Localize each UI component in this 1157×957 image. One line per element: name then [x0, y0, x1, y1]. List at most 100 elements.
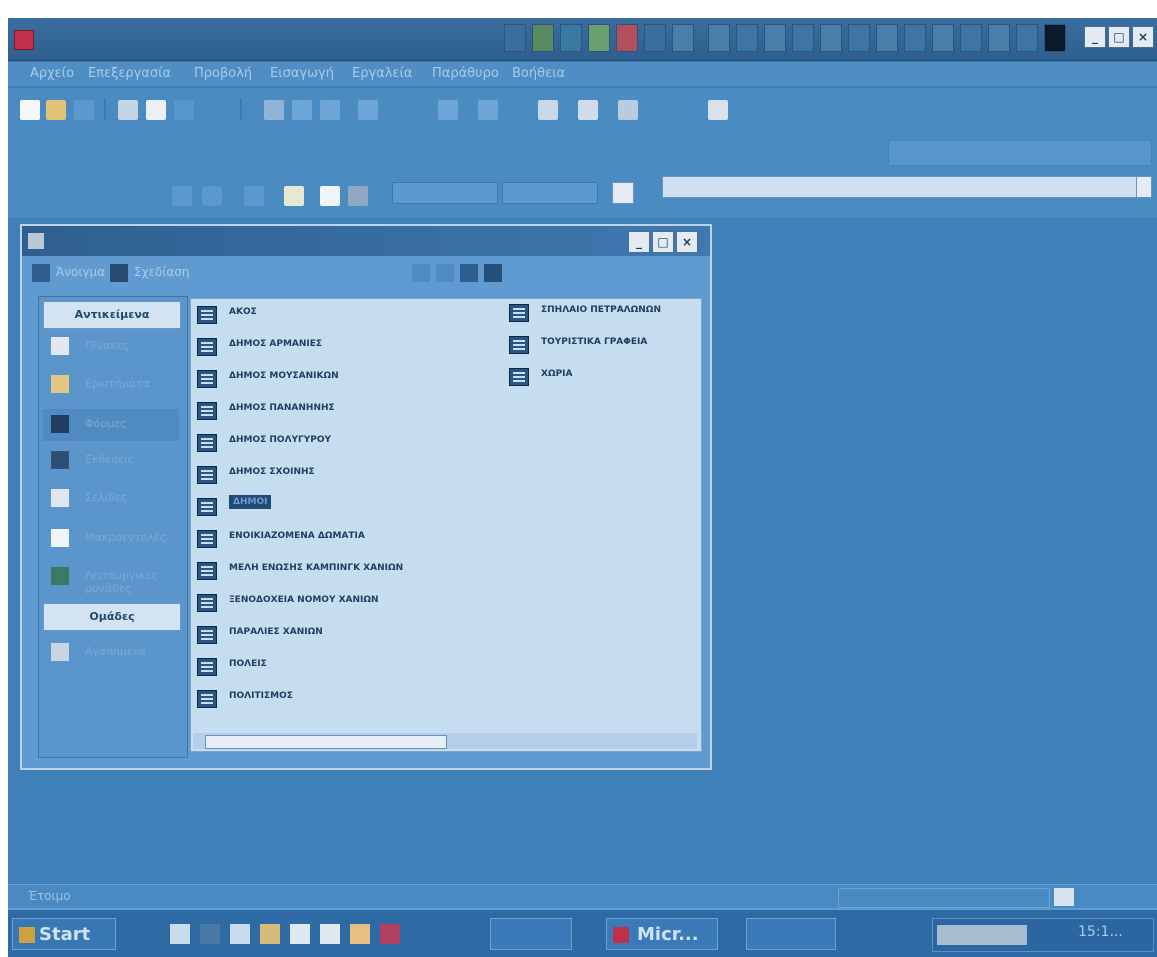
list-item-selected[interactable]: ΔΗΜΟΙ: [193, 493, 493, 521]
properties-icon[interactable]: [578, 100, 598, 120]
minimize-button[interactable]: _: [1084, 26, 1106, 48]
quicklaunch-icon[interactable]: [1016, 24, 1038, 52]
db-maximize-button[interactable]: □: [652, 231, 674, 253]
quicklaunch-icon[interactable]: [588, 24, 610, 52]
db-close-button[interactable]: ×: [676, 231, 698, 253]
object-type-modules[interactable]: Λειτουργικές μονάδες: [43, 561, 179, 595]
quicklaunch-icon[interactable]: [932, 24, 954, 52]
quicklaunch-icon[interactable]: [532, 24, 554, 52]
list-item[interactable]: ΔΗΜΟΣ ΜΟΥΣΑΝΙΚΩΝ: [193, 365, 493, 393]
favorites-dropdown[interactable]: [392, 182, 498, 204]
taskbar-button-active[interactable]: Micr...: [606, 918, 718, 950]
object-type-tables[interactable]: Πίνακες: [43, 331, 179, 363]
quicklaunch-icon[interactable]: [320, 924, 340, 944]
new-file-icon[interactable]: [20, 100, 40, 120]
home-icon[interactable]: [320, 186, 340, 206]
list-item[interactable]: ΜΕΛΗ ΕΝΩΣΗΣ ΚΑΜΠΙΝΓΚ ΧΑΝΙΩΝ: [193, 557, 493, 585]
groups-group-header[interactable]: Ομάδες: [43, 603, 181, 631]
list-item[interactable]: ΠΟΛΙΤΙΣΜΟΣ: [193, 685, 493, 713]
stop-icon[interactable]: [244, 186, 264, 206]
quicklaunch-icon[interactable]: [644, 24, 666, 52]
menu-tools[interactable]: Εργαλεία: [352, 65, 412, 83]
print-preview-icon[interactable]: [146, 100, 166, 120]
large-icons-view-icon[interactable]: [412, 264, 430, 282]
list-item[interactable]: ΤΟΥΡΙΣΤΙΚΑ ΓΡΑΦΕΙΑ: [505, 331, 699, 359]
object-type-forms[interactable]: Φόρμες: [43, 409, 179, 441]
list-item[interactable]: ΞΕΝΟΔΟΧΕΙΑ ΝΟΜΟΥ ΧΑΝΙΩΝ: [193, 589, 493, 617]
office-links-icon[interactable]: [438, 100, 458, 120]
save-icon[interactable]: [74, 100, 94, 120]
quicklaunch-icon[interactable]: [988, 24, 1010, 52]
taskbar-button[interactable]: [746, 918, 836, 950]
relationships-icon[interactable]: [618, 100, 638, 120]
address-dropdown-button[interactable]: [1136, 176, 1152, 198]
toolbar-buttons-group[interactable]: [888, 140, 1152, 166]
quicklaunch-icon[interactable]: [764, 24, 786, 52]
list-item[interactable]: ΔΗΜΟΣ ΠΑΝΑΝΗΝΗΣ: [193, 397, 493, 425]
quicklaunch-icon[interactable]: [230, 924, 250, 944]
object-type-reports[interactable]: Εκθέσεις: [43, 445, 179, 477]
object-type-queries[interactable]: Ερωτήματα: [43, 369, 179, 401]
taskbar-button[interactable]: [490, 918, 572, 950]
scrollbar-thumb[interactable]: [205, 735, 447, 749]
quicklaunch-icon[interactable]: [960, 24, 982, 52]
design-button[interactable]: Σχεδίαση: [134, 265, 190, 279]
object-type-pages[interactable]: Σελίδες: [43, 483, 179, 515]
quicklaunch-icon[interactable]: [820, 24, 842, 52]
details-view-icon[interactable]: [484, 264, 502, 282]
quicklaunch-icon[interactable]: [1044, 24, 1066, 52]
quicklaunch-icon[interactable]: [616, 24, 638, 52]
show-only-web-toolbar-icon[interactable]: [612, 182, 634, 204]
quicklaunch-icon[interactable]: [708, 24, 730, 52]
menu-help[interactable]: Βοήθεια: [512, 65, 565, 83]
quicklaunch-icon[interactable]: [672, 24, 694, 52]
menu-edit[interactable]: Επεξεργασία: [88, 65, 171, 83]
list-item[interactable]: ΔΗΜΟΣ ΠΟΛΥΓΥΡΟΥ: [193, 429, 493, 457]
quicklaunch-icon[interactable]: [200, 924, 220, 944]
menu-insert[interactable]: Εισαγωγή: [270, 65, 334, 83]
quicklaunch-icon[interactable]: [904, 24, 926, 52]
objects-group-header[interactable]: Αντικείμενα: [43, 301, 181, 329]
menu-file[interactable]: Αρχείο: [30, 65, 74, 83]
analyze-icon[interactable]: [478, 100, 498, 120]
menu-view[interactable]: Προβολή: [194, 65, 252, 83]
db-minimize-button[interactable]: _: [628, 231, 650, 253]
refresh-icon[interactable]: [284, 186, 304, 206]
list-view-icon[interactable]: [460, 264, 478, 282]
copy-icon[interactable]: [292, 100, 312, 120]
quicklaunch-icon[interactable]: [848, 24, 870, 52]
tray-icons[interactable]: [937, 925, 1027, 945]
close-button[interactable]: ×: [1132, 26, 1154, 48]
quicklaunch-icon[interactable]: [260, 924, 280, 944]
open-button[interactable]: Άνοιγμα: [56, 265, 105, 279]
back-arrow-icon[interactable]: [172, 186, 192, 206]
quicklaunch-icon[interactable]: [792, 24, 814, 52]
object-type-macros[interactable]: Μακροεντολές: [43, 523, 179, 555]
quicklaunch-icon[interactable]: [504, 24, 526, 52]
search-web-icon[interactable]: [348, 186, 368, 206]
cut-icon[interactable]: [264, 100, 284, 120]
list-item[interactable]: ΔΗΜΟΣ ΣΧΟΙΝΗΣ: [193, 461, 493, 489]
undo-icon[interactable]: [358, 100, 378, 120]
list-item[interactable]: ΑΚΟΣ: [193, 301, 493, 329]
list-item[interactable]: ΧΩΡΙΑ: [505, 363, 699, 391]
paste-icon[interactable]: [320, 100, 340, 120]
list-item[interactable]: ΠΑΡΑΛΙΕΣ ΧΑΝΙΩΝ: [193, 621, 493, 649]
list-item[interactable]: ΣΠΗΛΑΙΟ ΠΕΤΡΑΛΩΝΩΝ: [505, 299, 699, 327]
small-icons-view-icon[interactable]: [436, 264, 454, 282]
group-favorites[interactable]: Αγαπημένα: [43, 637, 179, 669]
horizontal-scrollbar[interactable]: [193, 733, 697, 749]
list-item[interactable]: ΔΗΜΟΣ ΑΡΜΑΝΙΕΣ: [193, 333, 493, 361]
quicklaunch-icon[interactable]: [380, 924, 400, 944]
quicklaunch-icon[interactable]: [290, 924, 310, 944]
quicklaunch-icon[interactable]: [170, 924, 190, 944]
menu-window[interactable]: Παράθυρο: [432, 65, 499, 83]
start-button[interactable]: Start: [12, 918, 116, 950]
code-icon[interactable]: [538, 100, 558, 120]
address-input[interactable]: [662, 176, 1140, 198]
quicklaunch-icon[interactable]: [350, 924, 370, 944]
quicklaunch-icon[interactable]: [876, 24, 898, 52]
list-item[interactable]: ΕΝΟΙΚΙΑΖΟΜΕΝΑ ΔΩΜΑΤΙΑ: [193, 525, 493, 553]
spelling-icon[interactable]: [174, 100, 194, 120]
go-dropdown[interactable]: [502, 182, 598, 204]
